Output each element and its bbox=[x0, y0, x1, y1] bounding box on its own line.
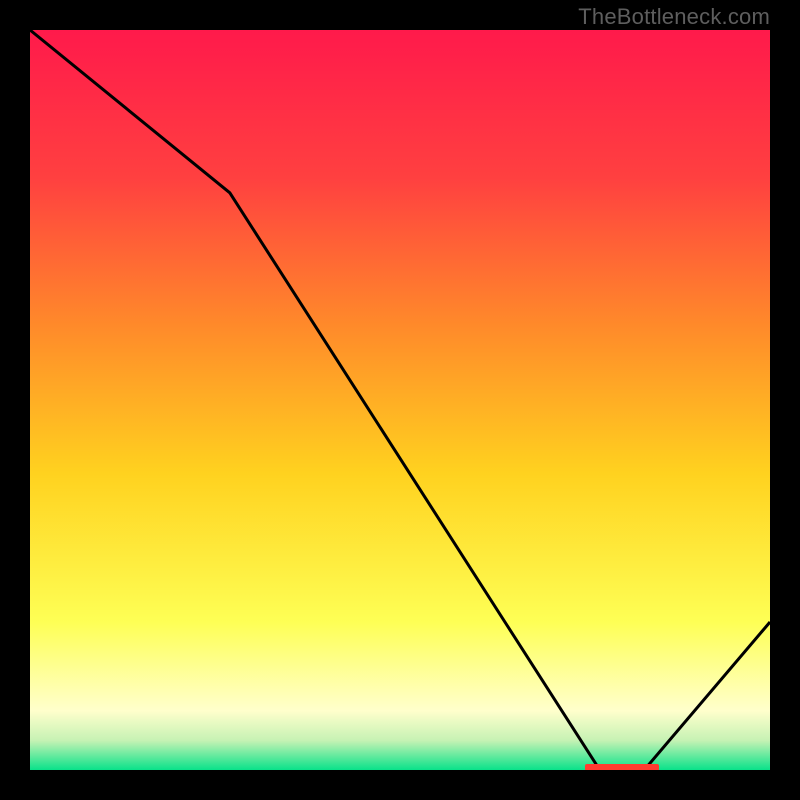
optimum-marker bbox=[585, 764, 659, 770]
plot-area bbox=[30, 30, 770, 770]
chart-frame: TheBottleneck.com bbox=[0, 0, 800, 800]
attribution-label: TheBottleneck.com bbox=[578, 4, 770, 30]
gradient-background bbox=[30, 30, 770, 770]
bottleneck-chart bbox=[30, 30, 770, 770]
